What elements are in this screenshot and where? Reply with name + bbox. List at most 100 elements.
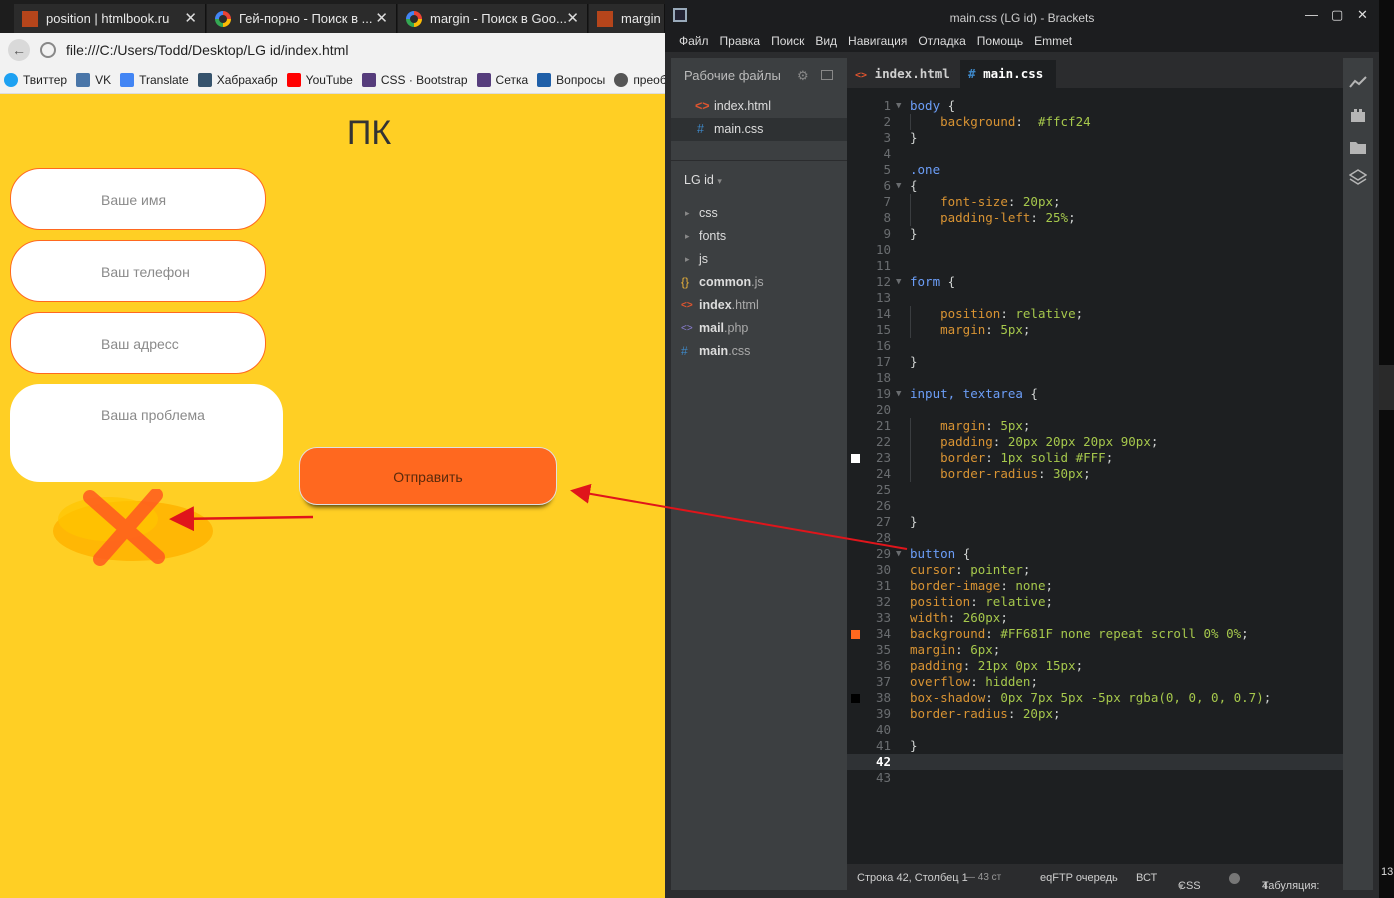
code-line[interactable]: 26 xyxy=(847,498,1343,514)
code-line[interactable]: 2 background: #ffcf24 xyxy=(847,114,1343,130)
fold-arrow-icon[interactable]: ▼ xyxy=(896,546,901,562)
browser-tab[interactable]: position | htmlbook.ru ✕ xyxy=(14,4,206,33)
fold-arrow-icon[interactable]: ▼ xyxy=(896,274,901,290)
code-line[interactable]: 36 padding: 21px 0px 15px; xyxy=(847,658,1343,674)
bookmark-item[interactable]: Сетка xyxy=(476,73,528,87)
code-line[interactable]: 29 ▼ button { xyxy=(847,546,1343,562)
editor-tab-main-css[interactable]: # main.css xyxy=(960,60,1056,88)
code-line[interactable]: 40 xyxy=(847,722,1343,738)
file-common-js[interactable]: {} common.js xyxy=(671,271,847,294)
menu-debug[interactable]: Отладка xyxy=(918,34,965,48)
code-line[interactable]: 39 border-radius: 20px; xyxy=(847,706,1343,722)
folder-js[interactable]: ▸ js xyxy=(671,248,847,271)
code-line[interactable]: 4 xyxy=(847,146,1343,162)
back-arrow-icon[interactable]: ← xyxy=(8,39,30,61)
code-line[interactable]: 25 xyxy=(847,482,1343,498)
fold-arrow-icon[interactable]: ▼ xyxy=(896,98,901,114)
code-line[interactable]: 13 xyxy=(847,290,1343,306)
bookmark-item[interactable]: Твиттер xyxy=(4,73,67,87)
file-mail-php[interactable]: <> mail.php xyxy=(671,317,847,340)
editor-tab-index-html[interactable]: <> index.html xyxy=(847,60,959,88)
bookmark-item[interactable]: Вопросы xyxy=(537,73,605,87)
menu-navigate[interactable]: Навигация xyxy=(848,34,907,48)
code-line[interactable]: 42 xyxy=(847,754,1343,770)
menu-help[interactable]: Помощь xyxy=(977,34,1023,48)
code-line[interactable]: 11 xyxy=(847,258,1343,274)
code-line[interactable]: 8 padding-left: 25%; xyxy=(847,210,1343,226)
code-line[interactable]: 34 background: #FF681F none repeat scroll… xyxy=(847,626,1343,642)
problem-textarea[interactable]: Ваша проблема xyxy=(10,384,283,482)
layers-icon[interactable] xyxy=(1348,168,1368,186)
live-preview-icon[interactable] xyxy=(1349,74,1367,92)
bookmark-item[interactable]: YouTube xyxy=(286,73,353,87)
code-line[interactable]: 6 ▼ { xyxy=(847,178,1343,194)
browser-tab[interactable]: margin - Поиск в Goo... ✕ xyxy=(398,4,588,33)
menu-view[interactable]: Вид xyxy=(815,34,837,48)
scrollbar-thumb[interactable] xyxy=(1379,365,1394,410)
maximize-icon[interactable]: ▢ xyxy=(1331,7,1343,23)
code-line[interactable]: 17} xyxy=(847,354,1343,370)
insert-mode-toggle[interactable]: ВСТ xyxy=(1136,872,1157,884)
submit-button[interactable]: Отправить xyxy=(299,447,557,505)
split-view-icon[interactable] xyxy=(821,70,833,80)
file-main-css[interactable]: # main.css xyxy=(671,340,847,363)
code-line[interactable]: 10 xyxy=(847,242,1343,258)
file-index-html[interactable]: <> index.html xyxy=(671,294,847,317)
folder-icon[interactable] xyxy=(1349,138,1367,156)
close-tab-icon[interactable]: ✕ xyxy=(184,9,197,27)
bookmark-item[interactable]: CSS · Bootstrap xyxy=(361,73,468,87)
bookmark-item[interactable]: Хабрахабр xyxy=(197,73,278,87)
bookmark-item[interactable]: преобраз xyxy=(614,73,665,87)
code-line[interactable]: 16 xyxy=(847,338,1343,354)
extension-icon[interactable] xyxy=(1349,106,1367,124)
code-line[interactable]: 20 xyxy=(847,402,1343,418)
code-line[interactable]: 18 xyxy=(847,370,1343,386)
code-line[interactable]: 23 border: 1px solid #FFF; xyxy=(847,450,1343,466)
menu-edit[interactable]: Правка xyxy=(720,34,761,48)
code-line[interactable]: 5 .one xyxy=(847,162,1343,178)
code-line[interactable]: 24 border-radius: 30px; xyxy=(847,466,1343,482)
browser-tab[interactable]: margin xyxy=(589,4,665,33)
working-file-index-html[interactable]: <> index.html xyxy=(671,95,847,118)
code-line[interactable]: 28 xyxy=(847,530,1343,546)
code-line[interactable]: 7 font-size: 20px; xyxy=(847,194,1343,210)
folder-css[interactable]: ▸ css xyxy=(671,202,847,225)
close-icon[interactable]: ✕ xyxy=(1357,7,1368,23)
code-line[interactable]: 32 position: relative; xyxy=(847,594,1343,610)
project-dropdown[interactable]: LG id ▾ xyxy=(684,173,722,187)
code-line[interactable]: 3} xyxy=(847,130,1343,146)
code-line[interactable]: 19 ▼ input, textarea { xyxy=(847,386,1343,402)
phone-input[interactable]: Ваш телефон xyxy=(10,240,266,302)
eqftp-queue-button[interactable]: eqFTP очередь xyxy=(1040,872,1118,884)
minimize-icon[interactable]: — xyxy=(1305,7,1318,22)
code-line[interactable]: 30 cursor: pointer; xyxy=(847,562,1343,578)
browser-tab[interactable]: Гей-порно - Поиск в ... ✕ xyxy=(207,4,397,33)
name-input[interactable]: Ваше имя xyxy=(10,168,266,230)
linter-status-icon[interactable] xyxy=(1229,873,1240,884)
code-line[interactable]: 1 ▼ body { xyxy=(847,98,1343,114)
fold-arrow-icon[interactable]: ▼ xyxy=(896,178,901,194)
gear-icon[interactable]: ⚙ xyxy=(797,68,809,84)
menu-file[interactable]: Файл xyxy=(679,34,709,48)
address-input[interactable]: Ваш адресс xyxy=(10,312,266,374)
code-line[interactable]: 12 ▼ form { xyxy=(847,274,1343,290)
code-line[interactable]: 21 margin: 5px; xyxy=(847,418,1343,434)
code-line[interactable]: 43 xyxy=(847,770,1343,786)
working-file-main-css[interactable]: # main.css xyxy=(671,118,847,141)
code-line[interactable]: 35 margin: 6px; xyxy=(847,642,1343,658)
code-line[interactable]: 9} xyxy=(847,226,1343,242)
code-line[interactable]: 37 overflow: hidden; xyxy=(847,674,1343,690)
code-line[interactable]: 33 width: 260px; xyxy=(847,610,1343,626)
code-line[interactable]: 15 margin: 5px; xyxy=(847,322,1343,338)
code-line[interactable]: 14 position: relative; xyxy=(847,306,1343,322)
code-line[interactable]: 31 border-image: none; xyxy=(847,578,1343,594)
bookmark-item[interactable]: Translate xyxy=(120,73,189,87)
code-line[interactable]: 27} xyxy=(847,514,1343,530)
close-tab-icon[interactable]: ✕ xyxy=(375,9,388,27)
menu-emmet[interactable]: Emmet xyxy=(1034,34,1072,48)
code-lines[interactable]: 1 ▼ body {2 background: #ffcf24 3} 4 5 .one 6 ▼{… xyxy=(847,98,1343,786)
fold-arrow-icon[interactable]: ▼ xyxy=(896,386,901,402)
folder-fonts[interactable]: ▸ fonts xyxy=(671,225,847,248)
bookmark-item[interactable]: VK xyxy=(76,73,111,87)
code-line[interactable]: 41} xyxy=(847,738,1343,754)
